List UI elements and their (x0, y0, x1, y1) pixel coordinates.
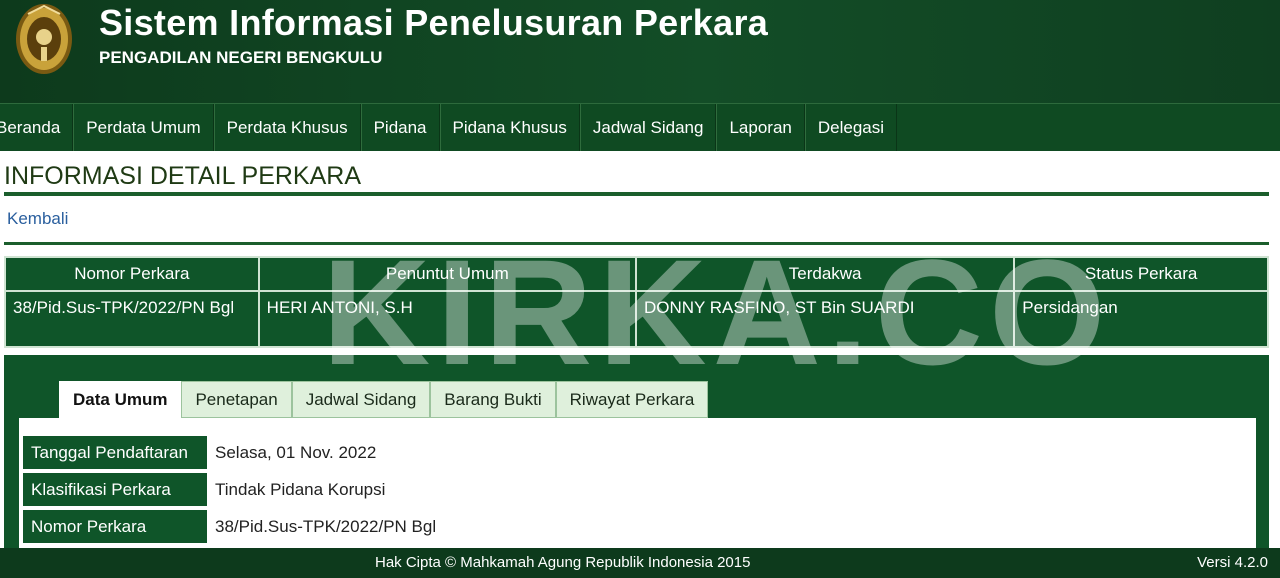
detail-panel: Data Umum Penetapan Jadwal Sidang Barang… (4, 355, 1269, 553)
tab-data-umum[interactable]: Data Umum (59, 381, 182, 419)
table-row: Klasifikasi Perkara Tindak Pidana Korups… (23, 473, 444, 506)
mahkamah-agung-emblem-icon (14, 2, 74, 76)
site-footer: Hak Cipta © Mahkamah Agung Republik Indo… (0, 548, 1280, 578)
court-name: PENGADILAN NEGERI BENGKULU (99, 48, 383, 67)
tab-riwayat-perkara[interactable]: Riwayat Perkara (555, 381, 709, 418)
column-header-penuntut-umum: Penuntut Umum (257, 256, 637, 292)
table-row: 38/Pid.Sus-TPK/2022/PN Bgl HERI ANTONI, … (4, 290, 1269, 348)
section-divider (4, 242, 1269, 245)
nav-item-pidana[interactable]: Pidana (360, 104, 440, 151)
table-row: Tanggal Pendaftaran Selasa, 01 Nov. 2022 (23, 436, 444, 469)
detail-label: Tanggal Pendaftaran (23, 436, 207, 469)
detail-value: Tindak Pidana Korupsi (215, 479, 386, 499)
nav-item-perdata-umum[interactable]: Perdata Umum (73, 104, 214, 151)
case-summary-table: Nomor Perkara Penuntut Umum Terdakwa Sta… (4, 256, 1269, 348)
detail-label: Nomor Perkara (23, 510, 207, 543)
detail-value: Selasa, 01 Nov. 2022 (215, 442, 377, 462)
column-header-nomor-perkara: Nomor Perkara (4, 256, 260, 292)
app-title: Sistem Informasi Penelusuran Perkara (99, 2, 769, 43)
main-nav: Beranda Perdata Umum Perdata Khusus Pida… (0, 103, 1280, 151)
nav-item-pidana-khusus[interactable]: Pidana Khusus (439, 104, 580, 151)
page-title: INFORMASI DETAIL PERKARA (4, 162, 362, 190)
cell-terdakwa: DONNY RASFINO, ST Bin SUARDI (634, 290, 1016, 348)
cell-nomor-perkara: 38/Pid.Sus-TPK/2022/PN Bgl (4, 290, 260, 348)
back-link[interactable]: Kembali (7, 209, 68, 229)
cell-penuntut-umum: HERI ANTONI, S.H (257, 290, 637, 348)
nav-item-laporan[interactable]: Laporan (716, 104, 805, 151)
case-detail-table: Tanggal Pendaftaran Selasa, 01 Nov. 2022… (23, 432, 444, 547)
version-text: Versi 4.2.0 (1197, 554, 1268, 571)
nav-item-perdata-khusus[interactable]: Perdata Khusus (213, 104, 361, 151)
tab-jadwal-sidang[interactable]: Jadwal Sidang (291, 381, 431, 418)
tab-content-data-umum: Tanggal Pendaftaran Selasa, 01 Nov. 2022… (19, 418, 1256, 553)
nav-item-jadwal-sidang[interactable]: Jadwal Sidang (579, 104, 717, 151)
table-header-row: Nomor Perkara Penuntut Umum Terdakwa Sta… (4, 256, 1269, 292)
title-divider (4, 192, 1269, 196)
cell-status-perkara: Persidangan (1013, 290, 1269, 348)
copyright-text: Hak Cipta © Mahkamah Agung Republik Indo… (375, 554, 751, 571)
tab-penetapan[interactable]: Penetapan (181, 381, 292, 418)
table-row: Nomor Perkara 38/Pid.Sus-TPK/2022/PN Bgl (23, 510, 444, 543)
site-header: Sistem Informasi Penelusuran Perkara PEN… (0, 0, 1280, 103)
column-header-terdakwa: Terdakwa (634, 256, 1016, 292)
tab-barang-bukti[interactable]: Barang Bukti (430, 381, 556, 418)
tab-bar: Data Umum Penetapan Jadwal Sidang Barang… (59, 381, 709, 419)
column-header-status-perkara: Status Perkara (1013, 256, 1269, 292)
nav-item-beranda[interactable]: Beranda (0, 104, 74, 151)
detail-label: Klasifikasi Perkara (23, 473, 207, 506)
nav-item-delegasi[interactable]: Delegasi (804, 104, 898, 151)
detail-value: 38/Pid.Sus-TPK/2022/PN Bgl (215, 516, 437, 536)
